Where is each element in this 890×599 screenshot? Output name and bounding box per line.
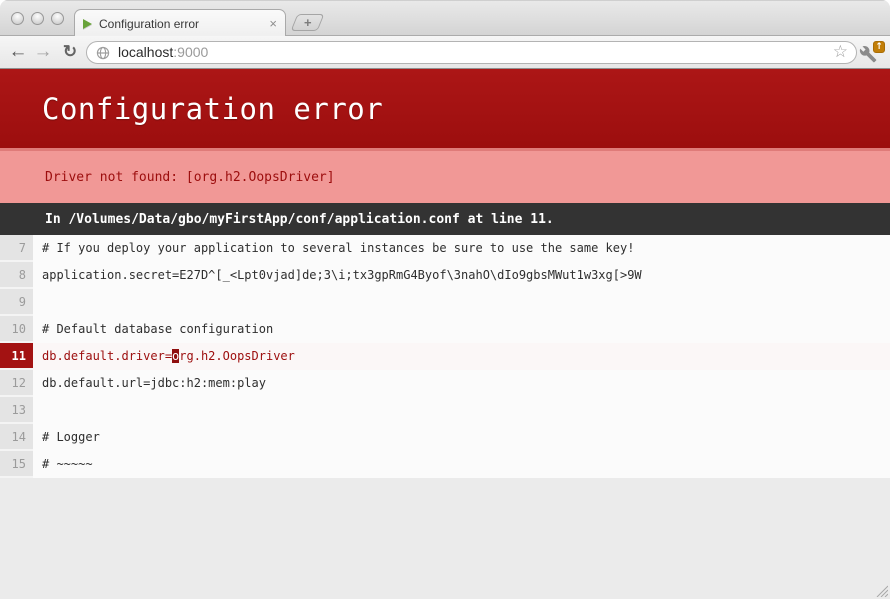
line-content: db.default.url=jdbc:h2:mem:play <box>33 370 890 397</box>
code-line: 12 db.default.url=jdbc:h2:mem:play <box>0 370 890 397</box>
line-number: 11 <box>0 343 33 370</box>
url-port: :9000 <box>173 44 208 60</box>
line-number: 12 <box>0 370 33 397</box>
browser-titlebar: Configuration error × + <box>0 0 890 36</box>
source-code-listing: 7 # If you deploy your application to se… <box>0 235 890 478</box>
resize-grip-icon[interactable] <box>874 583 888 597</box>
page-header: Configuration error <box>0 69 890 148</box>
line-content: # Logger <box>33 424 890 451</box>
line-content <box>33 289 890 316</box>
url-text: localhost:9000 <box>118 42 208 63</box>
play-favicon-icon <box>83 19 92 29</box>
tab-title: Configuration error <box>99 17 263 31</box>
back-button[interactable]: ← <box>6 39 30 65</box>
code-line: 8 application.secret=E27D^[_<Lpt0vjad]de… <box>0 262 890 289</box>
new-tab-button[interactable]: + <box>291 14 325 31</box>
line-content: # If you deploy your application to seve… <box>33 235 890 262</box>
line-content: # ~~~~~ <box>33 451 890 478</box>
code-line: 7 # If you deploy your application to se… <box>0 235 890 262</box>
code-line: 9 <box>0 289 890 316</box>
window-controls <box>11 12 64 25</box>
line-content: # Default database configuration <box>33 316 890 343</box>
reload-button[interactable]: ↻ <box>58 39 82 65</box>
globe-icon <box>96 46 110 60</box>
line-content <box>33 397 890 424</box>
plus-icon: + <box>304 16 312 29</box>
browser-toolbar: ← → ↻ localhost:9000 ☆ ↑ <box>0 36 890 69</box>
error-detail-banner: Driver not found: [org.h2.OopsDriver] <box>0 148 890 203</box>
window-zoom-button[interactable] <box>51 12 64 25</box>
settings-menu-button[interactable]: ↑ <box>859 41 885 65</box>
url-host: localhost <box>118 44 173 60</box>
error-location-text: In /Volumes/Data/gbo/myFirstApp/conf/app… <box>0 212 554 227</box>
error-location-bar: In /Volumes/Data/gbo/myFirstApp/conf/app… <box>0 203 890 235</box>
code-line: 10 # Default database configuration <box>0 316 890 343</box>
line-number: 7 <box>0 235 33 262</box>
code-line: 13 <box>0 397 890 424</box>
tab-close-icon[interactable]: × <box>269 17 277 30</box>
code-line: 11 db.default.driver=org.h2.OopsDriver <box>0 343 890 370</box>
line-number: 14 <box>0 424 33 451</box>
line-number: 9 <box>0 289 33 316</box>
line-content: application.secret=E27D^[_<Lpt0vjad]de;3… <box>33 262 890 289</box>
window-minimize-button[interactable] <box>31 12 44 25</box>
error-detail-text: Driver not found: [org.h2.OopsDriver] <box>0 170 335 185</box>
code-line: 15 # ~~~~~ <box>0 451 890 478</box>
page-background <box>0 478 890 599</box>
page-title: Configuration error <box>0 92 383 126</box>
browser-window: Configuration error × + ← → ↻ localhost:… <box>0 0 890 599</box>
update-badge: ↑ <box>873 41 885 53</box>
line-number: 10 <box>0 316 33 343</box>
code-line: 14 # Logger <box>0 424 890 451</box>
forward-button[interactable]: → <box>31 39 55 65</box>
line-number: 15 <box>0 451 33 478</box>
line-content: db.default.driver=org.h2.OopsDriver <box>33 343 890 370</box>
line-number: 8 <box>0 262 33 289</box>
line-number: 13 <box>0 397 33 424</box>
address-bar[interactable]: localhost:9000 ☆ <box>86 41 857 64</box>
window-close-button[interactable] <box>11 12 24 25</box>
error-page: Configuration error Driver not found: [o… <box>0 69 890 599</box>
bookmark-star-icon[interactable]: ☆ <box>833 44 848 61</box>
browser-tab[interactable]: Configuration error × <box>74 9 286 37</box>
